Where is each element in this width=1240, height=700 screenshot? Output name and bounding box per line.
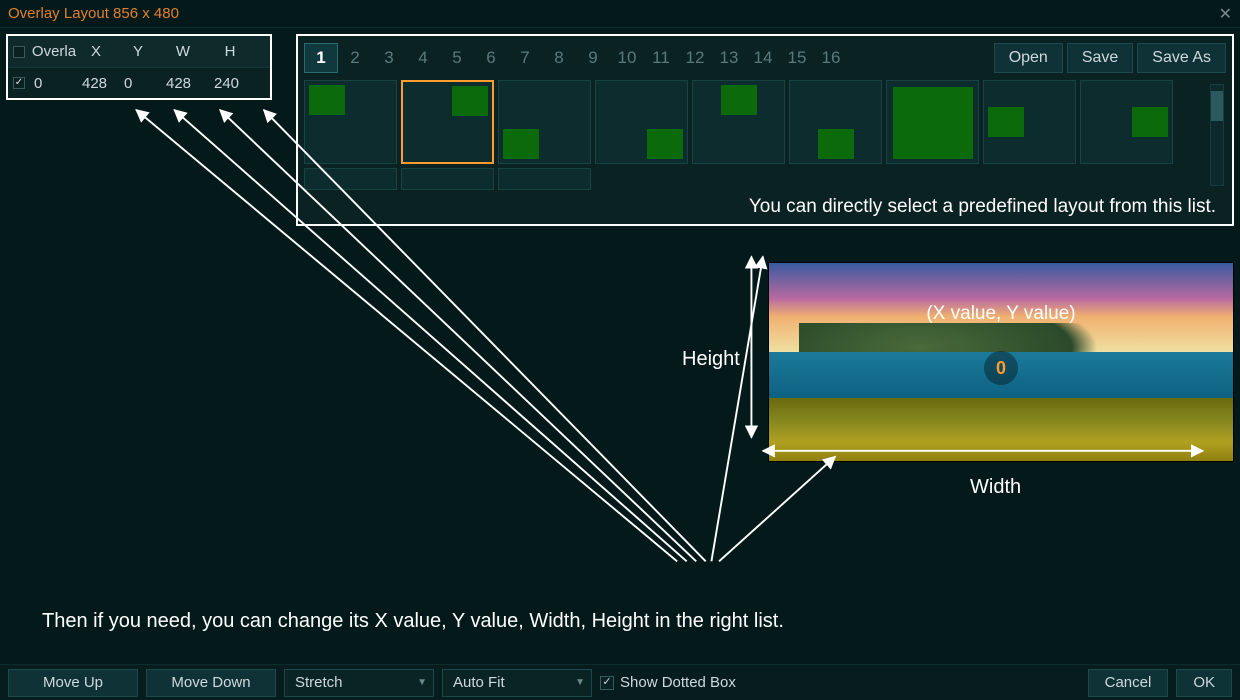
tab-2[interactable]: 2 [338, 43, 372, 73]
chevron-down-icon: ▼ [575, 677, 585, 688]
overlay-coords-panel: Overla X Y W H 0 428 0 428 240 [6, 34, 272, 100]
col-overlay: Overla [30, 43, 78, 60]
move-up-button[interactable]: Move Up [8, 669, 138, 697]
row-overlay: 0 [30, 75, 78, 92]
tab-12[interactable]: 12 [678, 43, 712, 73]
move-down-button[interactable]: Move Down [146, 669, 276, 697]
tab-7[interactable]: 7 [508, 43, 542, 73]
layout-tabs: 1 2 3 4 5 6 7 8 9 10 11 12 13 14 15 16 [304, 43, 990, 73]
tab-13[interactable]: 13 [712, 43, 746, 73]
tab-14[interactable]: 14 [746, 43, 780, 73]
xy-label: (X value, Y value) [769, 303, 1233, 325]
tab-5[interactable]: 5 [440, 43, 474, 73]
cancel-button[interactable]: Cancel [1088, 669, 1169, 697]
row-x[interactable]: 428 [78, 75, 120, 92]
fit-mode-value: Stretch [295, 674, 343, 691]
layout-thumb[interactable] [886, 80, 979, 164]
ok-button[interactable]: OK [1176, 669, 1232, 697]
layout-thumb[interactable] [304, 80, 397, 164]
fit-mode-select[interactable]: Stretch ▼ [284, 669, 434, 697]
layout-thumbnails [304, 80, 1226, 190]
width-label: Width [970, 476, 1021, 499]
tab-16[interactable]: 16 [814, 43, 848, 73]
tab-11[interactable]: 11 [644, 43, 678, 73]
window-title: Overlay Layout 856 x 480 [8, 5, 179, 22]
save-as-button[interactable]: Save As [1137, 43, 1226, 73]
col-w: W [162, 43, 210, 60]
layout-thumb[interactable] [498, 168, 591, 190]
row-checkbox[interactable] [13, 77, 25, 89]
auto-fit-value: Auto Fit [453, 674, 505, 691]
show-dotted-box-toggle[interactable]: Show Dotted Box [600, 674, 736, 691]
row-y[interactable]: 0 [120, 75, 162, 92]
tab-8[interactable]: 8 [542, 43, 576, 73]
auto-fit-select[interactable]: Auto Fit ▼ [442, 669, 592, 697]
show-dotted-label: Show Dotted Box [620, 674, 736, 691]
bottom-toolbar: Move Up Move Down Stretch ▼ Auto Fit ▼ S… [0, 664, 1240, 700]
tab-10[interactable]: 10 [610, 43, 644, 73]
layout-thumb-selected[interactable] [401, 80, 494, 164]
layout-thumb[interactable] [789, 80, 882, 164]
layout-thumb[interactable] [498, 80, 591, 164]
layout-thumb[interactable] [1080, 80, 1173, 164]
layout-thumb[interactable] [401, 168, 494, 190]
chevron-down-icon: ▼ [417, 677, 427, 688]
layout-thumb[interactable] [692, 80, 785, 164]
layout-thumb[interactable] [304, 168, 397, 190]
tab-3[interactable]: 3 [372, 43, 406, 73]
thumbnails-scrollbar[interactable] [1210, 84, 1224, 186]
header-checkbox[interactable] [13, 46, 25, 58]
row-h[interactable]: 240 [210, 75, 256, 92]
close-icon[interactable]: ✕ [1219, 4, 1232, 24]
save-button[interactable]: Save [1067, 43, 1133, 73]
overlay-row-0[interactable]: 0 428 0 428 240 [8, 68, 270, 98]
zero-badge: 0 [984, 351, 1018, 385]
instruction-text: Then if you need, you can change its X v… [42, 610, 784, 633]
layout-caption: You can directly select a predefined lay… [304, 190, 1226, 220]
tab-6[interactable]: 6 [474, 43, 508, 73]
tab-4[interactable]: 4 [406, 43, 440, 73]
tab-9[interactable]: 9 [576, 43, 610, 73]
layout-thumb[interactable] [595, 80, 688, 164]
tab-15[interactable]: 15 [780, 43, 814, 73]
col-x: X [78, 43, 120, 60]
tab-1[interactable]: 1 [304, 43, 338, 73]
checkbox-icon [600, 676, 614, 690]
layout-picker-panel: 1 2 3 4 5 6 7 8 9 10 11 12 13 14 15 16 O… [296, 34, 1234, 226]
col-h: H [210, 43, 256, 60]
preview-image: (X value, Y value) 0 [768, 262, 1234, 462]
row-w[interactable]: 428 [162, 75, 210, 92]
open-button[interactable]: Open [994, 43, 1063, 73]
layout-thumb[interactable] [983, 80, 1076, 164]
height-label: Height [682, 348, 740, 371]
col-y: Y [120, 43, 162, 60]
